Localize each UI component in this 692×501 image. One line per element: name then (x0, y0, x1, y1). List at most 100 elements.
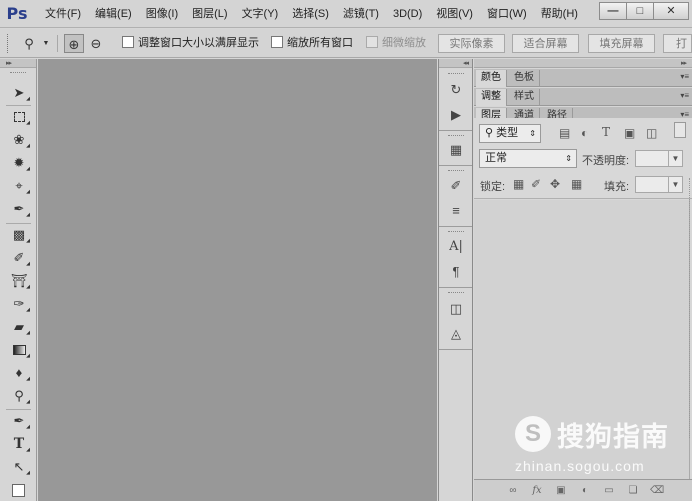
paragraph-styles-panel-icon[interactable]: ◫ (445, 299, 467, 319)
layer-style-fx-icon[interactable]: fx (530, 484, 544, 498)
fit-screen-button[interactable]: 适合屏幕 (512, 34, 579, 53)
filter-toggle-switch[interactable] (674, 122, 686, 138)
path-selection-tool-icon[interactable]: ↖ ◢ (8, 457, 30, 477)
dock-grip[interactable] (448, 170, 464, 172)
canvas-area[interactable] (38, 59, 437, 501)
tab-styles[interactable]: 样式 (509, 89, 540, 106)
fill-input[interactable]: ▼ (635, 176, 683, 193)
tab-adjustments[interactable]: 调整 (476, 89, 507, 106)
window-controls: — □ ✕ (599, 2, 689, 20)
filter-smart-objects-icon[interactable]: ◫ (646, 126, 657, 140)
layer-filter-select[interactable]: ⚲ 类型 ⇕ (479, 124, 541, 143)
panel-dock-strip: ◂◂ ↻ ▶ ▦ ✐ ≡ A| ¶ ◫ ◬ (438, 59, 473, 501)
toolbox-grip[interactable] (10, 72, 26, 75)
add-mask-icon[interactable]: ▣ (554, 484, 568, 498)
close-button[interactable]: ✕ (653, 2, 689, 20)
link-layers-icon[interactable]: ∞ (506, 484, 520, 498)
panel-menu-icon[interactable]: ▾≡ (680, 91, 689, 101)
delete-layer-icon[interactable]: ⌫ (650, 484, 664, 498)
zoom-in-icon[interactable]: ⊕ (64, 34, 84, 53)
blur-tool-icon[interactable]: ♦ ◢ (8, 363, 30, 383)
menu-edit[interactable]: 编辑(E) (88, 0, 139, 28)
lock-image-pixels-icon[interactable]: ✐ (531, 177, 541, 191)
adjustment-layer-icon[interactable]: ◐ (578, 484, 592, 498)
chevron-down-icon[interactable]: ▼ (668, 151, 682, 166)
menu-image[interactable]: 图像(I) (139, 0, 185, 28)
foreground-color-swatch[interactable] (12, 484, 25, 497)
properties-panel-icon[interactable]: ▦ (445, 140, 467, 160)
dock-grip[interactable] (448, 231, 464, 233)
scrubby-zoom-checkbox[interactable]: 细微缩放 (366, 34, 426, 53)
menu-window[interactable]: 窗口(W) (480, 0, 534, 28)
panel-menu-icon[interactable]: ▾≡ (680, 72, 689, 82)
layers-list[interactable] (474, 200, 690, 501)
move-tool-icon[interactable]: ➤ ◢ (8, 83, 30, 103)
maximize-button[interactable]: □ (626, 2, 654, 20)
panel-scroll-grip[interactable] (686, 178, 690, 438)
lock-all-icon[interactable]: ▦ (571, 177, 582, 191)
blend-mode-select[interactable]: 正常 ⇕ (479, 149, 577, 168)
blend-mode-value: 正常 (485, 152, 507, 164)
new-layer-icon[interactable]: ❏ (626, 484, 640, 498)
menu-select[interactable]: 选择(S) (285, 0, 336, 28)
character-panel-icon[interactable]: A| (445, 237, 467, 257)
tab-swatches[interactable]: 色板 (509, 70, 540, 87)
brush-panel-icon[interactable]: ✐ (445, 176, 467, 196)
dodge-tool-icon[interactable]: ⚲ ◢ (8, 386, 30, 406)
new-group-icon[interactable]: ▭ (602, 484, 616, 498)
type-tool-icon[interactable]: T ◢ (8, 434, 30, 454)
dock-grip[interactable] (448, 135, 464, 137)
tool-preset-dropdown-icon[interactable]: ▼ (40, 34, 52, 53)
toolbox: ▸▸ ➤ ◢ ◢ ❀ ◢ ✹ ◢ ⌖ ◢ ✒ ◢ ▩ ◢ ✐ ◢ ⛩ ◢ ✑ ◢ ▰ ◢ ◢ ♦ ◢ … (0, 59, 37, 501)
eraser-tool-icon[interactable]: ▰ ◢ (8, 317, 30, 337)
spot-healing-tool-icon[interactable]: ▩ ◢ (8, 225, 30, 245)
zoom-out-icon[interactable]: ⊖ (86, 34, 106, 53)
dock-collapse-icon[interactable]: ◂◂ (439, 59, 472, 68)
character-styles-panel-icon[interactable]: ◬ (445, 324, 467, 344)
fill-screen-button[interactable]: 填充屏幕 (588, 34, 655, 53)
dock-grip[interactable] (448, 292, 464, 294)
filter-adjustment-layers-icon[interactable]: ◐ (581, 126, 588, 140)
menu-filter[interactable]: 滤镜(T) (336, 0, 386, 28)
panels-collapse-icon[interactable]: ▸▸ (474, 59, 692, 68)
lasso-tool-icon[interactable]: ❀ ◢ (8, 130, 30, 150)
lock-position-icon[interactable]: ✥ (550, 177, 560, 191)
filter-pixel-layers-icon[interactable]: ▤ (559, 126, 570, 140)
dock-separator (439, 130, 472, 131)
menu-layer[interactable]: 图层(L) (185, 0, 234, 28)
options-bar-grip[interactable] (7, 34, 10, 53)
clone-stamp-tool-icon[interactable]: ⛩ ◢ (8, 271, 30, 291)
toolbox-collapse-icon[interactable]: ▸▸ (0, 59, 36, 68)
marquee-tool-icon[interactable]: ◢ (8, 107, 30, 127)
resize-windows-checkbox[interactable]: 调整窗口大小以满屏显示 (122, 34, 259, 53)
history-panel-icon[interactable]: ↻ (445, 80, 467, 100)
menu-view[interactable]: 视图(V) (429, 0, 480, 28)
lock-transparent-pixels-icon[interactable]: ▦ (513, 177, 524, 191)
filter-type-layers-icon[interactable]: T (602, 125, 610, 139)
zoom-tool-icon[interactable]: ⚲ (20, 34, 38, 53)
menu-file[interactable]: 文件(F) (38, 0, 88, 28)
actual-pixels-button[interactable]: 实际像素 (438, 34, 505, 53)
eyedropper-tool-icon[interactable]: ✒ ◢ (8, 199, 30, 219)
pen-tool-icon[interactable]: ✒ ◢ (8, 411, 30, 431)
crop-tool-icon[interactable]: ⌖ ◢ (8, 176, 30, 196)
dock-grip[interactable] (448, 73, 464, 75)
menu-3d[interactable]: 3D(D) (386, 0, 429, 28)
opacity-input[interactable]: ▼ (635, 150, 683, 167)
menu-type[interactable]: 文字(Y) (235, 0, 286, 28)
paragraph-panel-icon[interactable]: ¶ (445, 262, 467, 282)
filter-shape-layers-icon[interactable]: ▣ (624, 126, 635, 140)
print-size-button[interactable]: 打 (663, 34, 692, 53)
tab-color[interactable]: 颜色 (476, 70, 507, 87)
zoom-all-windows-checkbox[interactable]: 缩放所有窗口 (271, 34, 353, 53)
brush-tool-icon[interactable]: ✐ ◢ (8, 248, 30, 268)
brush-presets-panel-icon[interactable]: ≡ (445, 201, 467, 221)
quick-selection-tool-icon[interactable]: ✹ ◢ (8, 153, 30, 173)
gradient-swatch (12, 345, 26, 355)
menu-help[interactable]: 帮助(H) (534, 0, 585, 28)
gradient-tool-icon[interactable]: ◢ (8, 340, 30, 360)
chevron-down-icon[interactable]: ▼ (668, 177, 682, 192)
actions-panel-icon[interactable]: ▶ (445, 105, 467, 125)
minimize-button[interactable]: — (599, 2, 627, 20)
history-brush-tool-icon[interactable]: ✑ ◢ (8, 294, 30, 314)
